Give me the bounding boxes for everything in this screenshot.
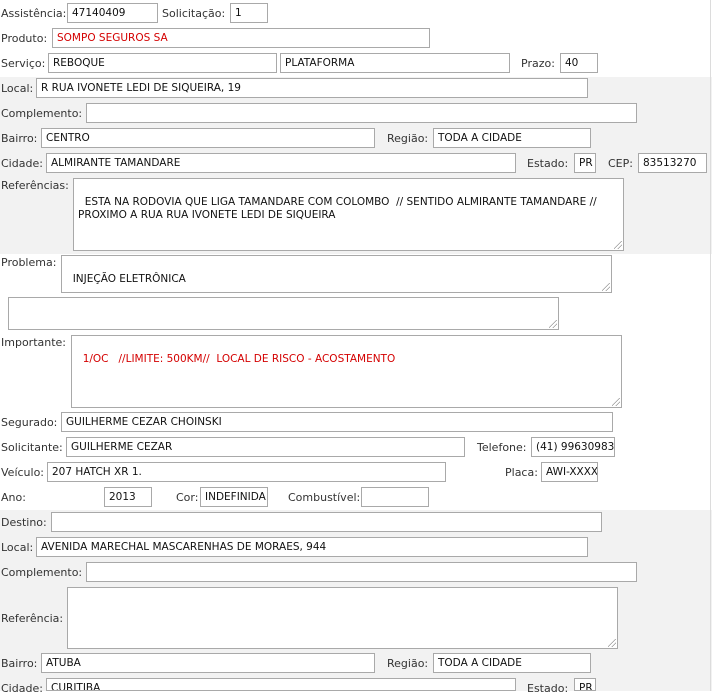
origem-cidade-label: Cidade: xyxy=(1,157,43,170)
resize-grip-icon[interactable] xyxy=(608,639,616,647)
placa-label: Placa: xyxy=(505,466,538,479)
destino-cidade-label: Cidade: xyxy=(1,682,43,695)
ano-label: Ano: xyxy=(1,491,26,504)
cor-label: Cor: xyxy=(176,491,199,504)
servico-field[interactable]: REBOQUE xyxy=(48,53,277,73)
importante-textarea[interactable]: 1/OC //LIMITE: 500KM// LOCAL DE RISCO - … xyxy=(71,335,622,408)
veiculo-label: Veículo: xyxy=(1,466,45,479)
origem-estado-field[interactable]: PR xyxy=(574,153,596,173)
origem-cidade-field[interactable]: ALMIRANTE TAMANDARE xyxy=(46,153,516,173)
destino-regiao-label: Região: xyxy=(387,657,429,670)
prazo-field[interactable]: 40 xyxy=(560,53,598,73)
produto-field[interactable]: SOMPO SEGUROS SA xyxy=(52,28,430,48)
destino-local-field[interactable]: AVENIDA MARECHAL MASCARENHAS DE MORAES, … xyxy=(36,537,588,557)
origem-estado-label: Estado: xyxy=(527,157,569,170)
origem-regiao-field[interactable]: TODA A CIDADE xyxy=(433,128,591,148)
segurado-field[interactable]: GUILHERME CEZAR CHOINSKI xyxy=(61,412,613,432)
ano-field[interactable]: 2013 xyxy=(104,487,152,507)
origem-complemento-field[interactable] xyxy=(86,103,637,123)
origem-referencias-label: Referências: xyxy=(1,179,69,192)
solicitante-field[interactable]: GUILHERME CEZAR xyxy=(66,437,465,457)
resize-grip-icon[interactable] xyxy=(602,283,610,291)
solicitante-label: Solicitante: xyxy=(1,441,63,454)
servico-label: Serviço: xyxy=(1,57,46,70)
resize-grip-icon[interactable] xyxy=(612,398,620,406)
veiculo-field[interactable]: 207 HATCH XR 1. xyxy=(47,462,446,482)
origem-bairro-label: Bairro: xyxy=(1,132,38,145)
problema-label: Problema: xyxy=(1,256,57,269)
destino-complemento-field[interactable] xyxy=(86,562,637,582)
solicitacao-label: Solicitação: xyxy=(162,7,226,20)
origem-complemento-label: Complemento: xyxy=(1,107,83,120)
destino-field[interactable] xyxy=(51,512,602,532)
origem-local-label: Local: xyxy=(1,82,34,95)
destino-local-label: Local: xyxy=(1,541,34,554)
cor-field[interactable]: INDEFINIDA xyxy=(200,487,268,507)
servico-tipo-field[interactable]: PLATAFORMA xyxy=(280,53,510,73)
destino-regiao-field[interactable]: TODA A CIDADE xyxy=(433,653,591,673)
right-border xyxy=(710,0,711,691)
destino-bairro-field[interactable]: ATUBA xyxy=(41,653,375,673)
resize-grip-icon[interactable] xyxy=(549,320,557,328)
origem-regiao-label: Região: xyxy=(387,132,429,145)
destino-bairro-label: Bairro: xyxy=(1,657,38,670)
solicitacao-field[interactable]: 1 xyxy=(230,3,268,23)
origem-referencias-textarea[interactable]: ESTA NA RODOVIA QUE LIGA TAMANDARE COM C… xyxy=(73,178,624,251)
telefone-field[interactable]: (41) 996309836 xyxy=(531,437,615,457)
origem-cep-label: CEP: xyxy=(608,157,633,170)
origem-bairro-field[interactable]: CENTRO xyxy=(41,128,375,148)
segurado-label: Segurado: xyxy=(1,416,58,429)
combustivel-label: Combustível: xyxy=(288,491,361,504)
assistencia-label: Assistência: xyxy=(1,7,67,20)
destino-estado-label: Estado: xyxy=(527,682,569,695)
destino-estado-field[interactable]: PR xyxy=(574,678,596,691)
importante-label: Importante: xyxy=(1,336,67,349)
destino-complemento-label: Complemento: xyxy=(1,566,83,579)
problema-text: INJEÇÃO ELETRÔNICA xyxy=(72,273,186,285)
problema-extra-textarea[interactable] xyxy=(8,297,559,330)
destino-referencia-label: Referência: xyxy=(1,612,64,625)
combustivel-field[interactable] xyxy=(361,487,429,507)
destino-referencia-textarea[interactable] xyxy=(67,587,618,649)
importante-text: 1/OC //LIMITE: 500KM// LOCAL DE RISCO - … xyxy=(82,353,396,365)
destino-cidade-field[interactable]: CURITIBA xyxy=(46,678,516,691)
assistencia-field[interactable]: 47140409 xyxy=(67,3,158,23)
placa-field[interactable]: AWI-XXXX xyxy=(541,462,598,482)
origem-referencias-text: ESTA NA RODOVIA QUE LIGA TAMANDARE COM C… xyxy=(78,196,597,221)
problema-textarea[interactable]: INJEÇÃO ELETRÔNICA xyxy=(61,255,612,293)
produto-label: Produto: xyxy=(1,32,48,45)
telefone-label: Telefone: xyxy=(477,441,527,454)
resize-grip-icon[interactable] xyxy=(614,241,622,249)
origem-cep-field[interactable]: 83513270 xyxy=(638,153,707,173)
origem-local-field[interactable]: R RUA IVONETE LEDI DE SIQUEIRA, 19 xyxy=(36,78,588,98)
prazo-label: Prazo: xyxy=(521,57,555,70)
destino-label: Destino: xyxy=(1,516,47,529)
